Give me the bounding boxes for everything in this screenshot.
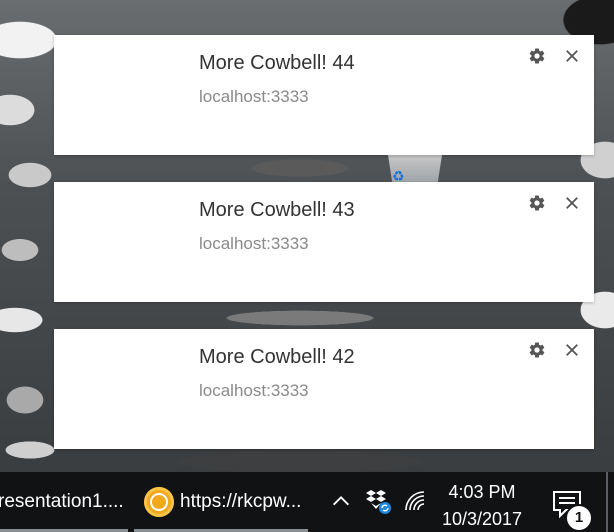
gear-icon[interactable] [528, 47, 546, 65]
notification-origin: localhost:3333 [199, 234, 309, 253]
taskbar-clock[interactable]: 4:03 PM 10/3/2017 [432, 472, 532, 532]
taskbar-item-browser[interactable]: https://rkcpw... [134, 472, 308, 532]
chevron-up-icon[interactable] [330, 490, 352, 512]
notification-title: More Cowbell! 43 [199, 199, 355, 221]
wifi-icon[interactable] [402, 488, 428, 514]
clock-date: 10/3/2017 [441, 509, 523, 529]
gear-icon[interactable] [528, 341, 546, 359]
notification-toast[interactable]: More Cowbell! 43 localhost:3333 [54, 182, 594, 302]
notification-origin: localhost:3333 [199, 87, 309, 106]
gear-icon[interactable] [528, 194, 546, 212]
close-icon[interactable] [563, 341, 581, 359]
notification-title: More Cowbell! 42 [199, 346, 355, 368]
show-desktop-button[interactable] [606, 472, 608, 532]
notification-toast[interactable]: More Cowbell! 42 localhost:3333 [54, 329, 594, 449]
notification-origin: localhost:3333 [199, 381, 309, 400]
notification-count-badge: 1 [565, 504, 593, 532]
close-icon[interactable] [563, 47, 581, 65]
notification-title: More Cowbell! 44 [199, 52, 355, 74]
clock-time: 4:03 PM [448, 482, 516, 502]
dropbox-icon[interactable] [364, 486, 394, 516]
taskbar-item-presentation[interactable]: resentation1.... [0, 472, 128, 532]
notification-toast[interactable]: More Cowbell! 44 localhost:3333 [54, 35, 594, 155]
taskbar-item-label: resentation1.... [0, 491, 124, 512]
close-icon[interactable] [563, 194, 581, 212]
chrome-canary-icon [144, 487, 174, 517]
taskbar-item-label: https://rkcpw... [180, 491, 302, 512]
